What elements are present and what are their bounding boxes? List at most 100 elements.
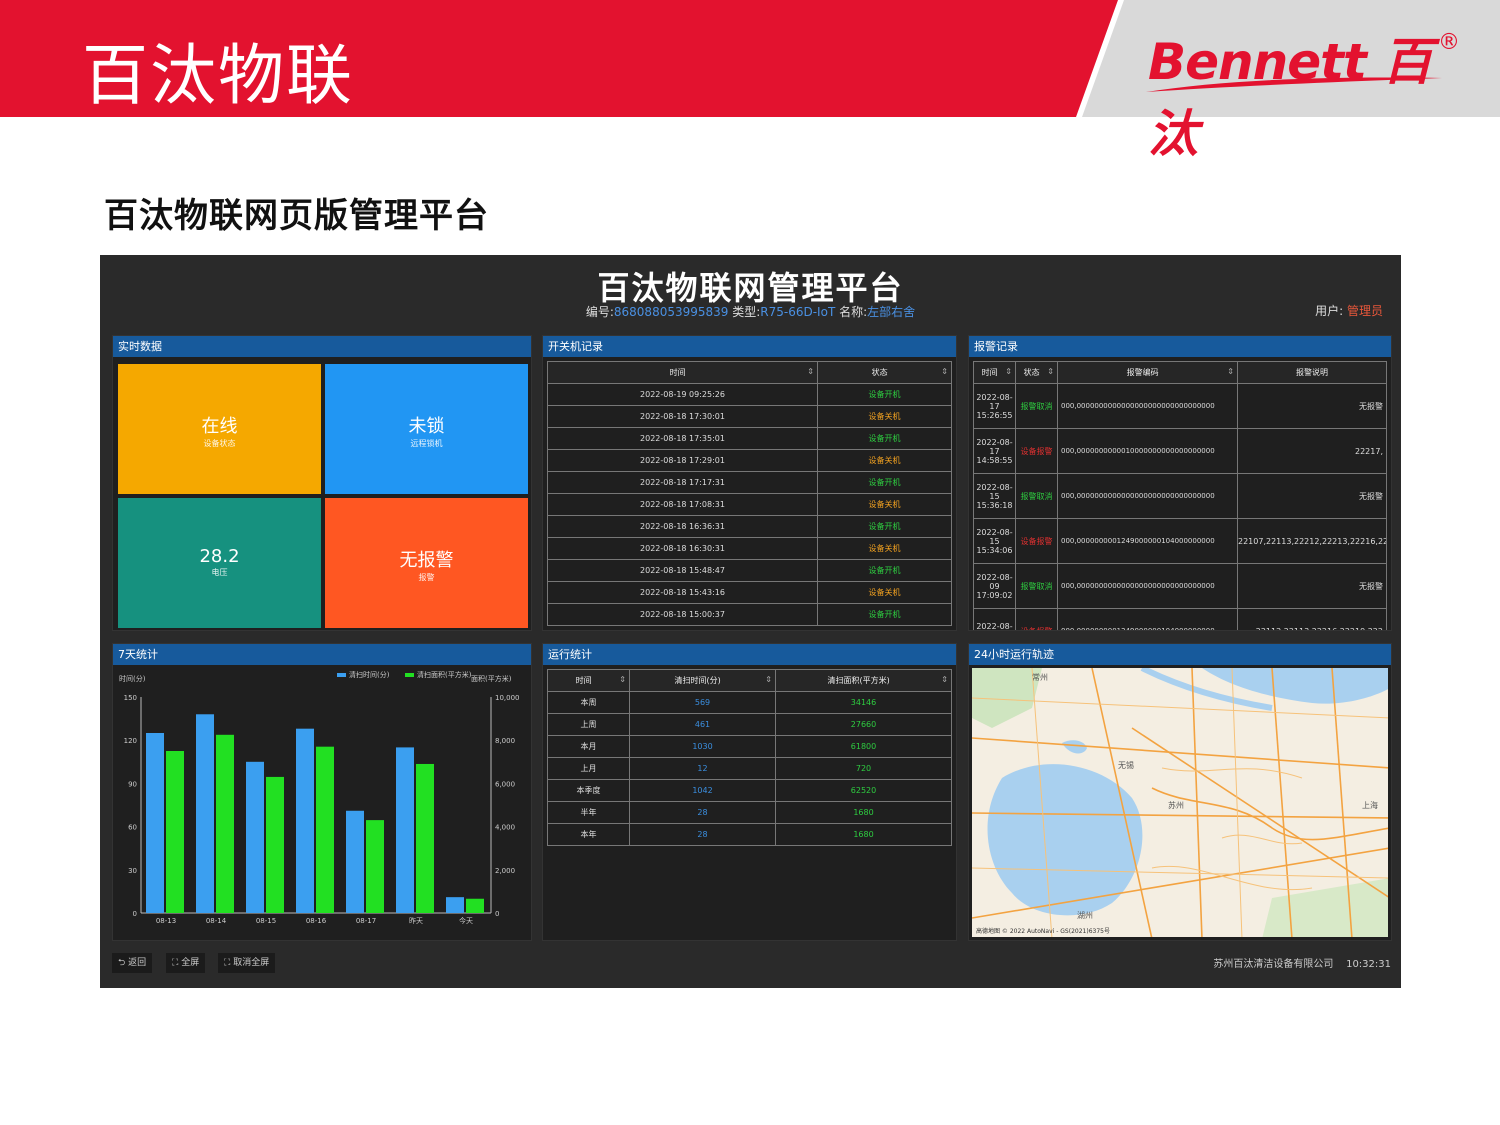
column-header-desc[interactable]: 报警说明 xyxy=(1237,361,1387,384)
back-icon: ⮌ xyxy=(118,958,126,968)
alarm-status-cell: 报警取消 xyxy=(1015,383,1058,429)
svg-text:湖州: 湖州 xyxy=(1077,911,1093,920)
sort-icon[interactable]: ⇕ xyxy=(619,675,626,684)
onoff-status-cell: 设备关机 xyxy=(817,449,952,472)
run-area-cell: 61800 xyxy=(775,735,952,758)
sort-icon[interactable]: ⇕ xyxy=(1005,367,1012,376)
table-row[interactable]: 2022-08-19 09:25:26 设备开机 xyxy=(547,383,952,406)
run-time-cell: 28 xyxy=(629,801,776,824)
realtime-panel: 实时数据 在线 设备状态 未锁 远程锁机 28.2 电压 无报警 报警 xyxy=(112,335,532,631)
alarm-time-cell: 2022-08-09 17:09:02 xyxy=(973,563,1016,609)
table-row[interactable]: 2022-08-17 15:26:55 报警取消 000,0000000000000… xyxy=(973,383,1387,429)
svg-text:常州: 常州 xyxy=(1032,673,1048,682)
sort-icon[interactable]: ⇕ xyxy=(941,675,948,684)
alarm-desc-cell: 22112,22113,22216,22219,222 xyxy=(1237,608,1387,630)
table-row[interactable]: 2022-08-18 17:35:01 设备开机 xyxy=(547,427,952,450)
device-name: 左部右舍 xyxy=(867,305,916,319)
device-type: R75-66D-IoT xyxy=(760,305,836,319)
panel-title: 报警记录 xyxy=(969,336,1391,357)
legend-swatch xyxy=(337,673,346,677)
column-header-clean-area[interactable]: 清扫面积(平方米) ⇕ xyxy=(775,669,952,692)
table-row[interactable]: 2022-08-18 17:08:31 设备关机 xyxy=(547,493,952,516)
y-tick-label-right: 2,000 xyxy=(495,867,515,875)
column-header-time[interactable]: 时间 ⇕ xyxy=(973,361,1016,384)
table-row[interactable]: 2022-08-18 17:17:31 设备开机 xyxy=(547,471,952,494)
sort-icon[interactable]: ⇕ xyxy=(1047,367,1054,376)
table-row[interactable]: 2022-08-09设备报警000,0000000001249000000104… xyxy=(973,608,1387,630)
onoff-time-cell: 2022-08-18 17:17:31 xyxy=(547,471,818,494)
onoff-time-cell: 2022-08-18 17:29:01 xyxy=(547,449,818,472)
column-header-status[interactable]: 状态 ⇕ xyxy=(817,361,952,384)
device-info: 编号:868088053995839 类型:R75-66D-IoT 名称:左部右… xyxy=(585,305,916,319)
x-tick-label: 08-13 xyxy=(156,917,176,925)
alarm-status-cell: 设备报警 xyxy=(1015,518,1058,564)
run-period-cell: 上周 xyxy=(547,713,630,736)
alarm-code-cell: 000,0000000000000000000000000000000 xyxy=(1057,473,1238,519)
sort-icon[interactable]: ⇕ xyxy=(1227,367,1234,376)
run-time-cell: 569 xyxy=(629,691,776,714)
bar xyxy=(246,761,264,913)
table-row[interactable]: 本月 1030 61800 xyxy=(547,735,952,758)
table-row[interactable]: 上月 12 720 xyxy=(547,757,952,780)
week-chart-panel: 7天统计 0 30 60 90 120 150 0 2,000 4,000 6,000 8,000 1… xyxy=(112,643,532,941)
table-row[interactable]: 2022-08-18 15:48:47 设备开机 xyxy=(547,559,952,582)
x-tick-label: 今天 xyxy=(459,916,473,925)
y-tick-label-right: 0 xyxy=(495,910,499,918)
alarm-time-cell: 2022-08-15 15:34:06 xyxy=(973,518,1016,564)
fullscreen-button[interactable]: ⛶ 全屏 xyxy=(166,953,206,973)
alarm-code-cell: 000,0000000001249000000104000000000 xyxy=(1057,608,1238,630)
onoff-time-cell: 2022-08-18 15:43:16 xyxy=(547,581,818,604)
run-time-cell: 1030 xyxy=(629,735,776,758)
track-map[interactable]: 无锡 苏州 上海 常州 湖州 高德地图 © 2022 AutoNavi - GS… xyxy=(972,668,1388,937)
table-row[interactable]: 2022-08-18 17:29:01 设备关机 xyxy=(547,449,952,472)
alarm-time-cell: 2022-08-17 15:26:55 xyxy=(973,383,1016,429)
logo-swoosh-icon xyxy=(1146,77,1442,92)
table-row[interactable]: 2022-08-09 17:09:02 报警取消 000,0000000000000… xyxy=(973,563,1387,609)
back-button[interactable]: ⮌ 返回 xyxy=(112,953,153,973)
alarm-panel: 报警记录 时间 ⇕ 状态 ⇕ 报警编码 ⇕ 报警说明 2022-08-17 15:26… xyxy=(968,335,1392,631)
table-row[interactable]: 半年 28 1680 xyxy=(547,801,952,824)
sort-icon[interactable]: ⇕ xyxy=(765,675,772,684)
column-header-time[interactable]: 时间 ⇕ xyxy=(547,361,818,384)
table-row[interactable]: 2022-08-15 15:36:18 报警取消 000,0000000000000… xyxy=(973,473,1387,519)
table-row[interactable]: 2022-08-18 16:30:31 设备关机 xyxy=(547,537,952,560)
svg-text:无锡: 无锡 xyxy=(1118,761,1134,770)
table-row[interactable]: 本年 28 1680 xyxy=(547,823,952,846)
onoff-time-cell: 2022-08-18 15:00:37 xyxy=(547,603,818,626)
table-row[interactable]: 2022-08-18 16:36:31 设备开机 xyxy=(547,515,952,538)
bar xyxy=(416,763,434,913)
panel-title: 24小时运行轨迹 xyxy=(969,644,1391,665)
y-tick-label-left: 0 xyxy=(133,910,137,918)
table-row[interactable]: 上周 461 27660 xyxy=(547,713,952,736)
run-period-cell: 本周 xyxy=(547,691,630,714)
column-header-period[interactable]: 时间 ⇕ xyxy=(547,669,630,692)
table-row[interactable]: 2022-08-18 15:00:37 设备开机 xyxy=(547,603,952,626)
run-stats-table: 时间 ⇕ 清扫时间(分) ⇕ 清扫面积(平方米) ⇕ 本周 569 34146 上周 461 2… xyxy=(547,669,952,846)
exit-fullscreen-icon: ⛶ xyxy=(224,958,231,968)
onoff-status-cell: 设备关机 xyxy=(817,581,952,604)
table-row[interactable]: 2022-08-18 17:30:01 设备关机 xyxy=(547,405,952,428)
table-row[interactable]: 本季度 1042 62520 xyxy=(547,779,952,802)
column-header-clean-time[interactable]: 清扫时间(分) ⇕ xyxy=(629,669,776,692)
alarm-code-cell: 000,0000000000000000000000000000000 xyxy=(1057,563,1238,609)
table-row[interactable]: 2022-08-15 15:34:06 设备报警 000,0000000001249… xyxy=(973,518,1387,564)
onoff-table: 时间 ⇕ 状态 ⇕ 2022-08-19 09:25:26 设备开机 2022-08-1… xyxy=(547,361,952,626)
table-row[interactable]: 2022-08-17 14:58:55 设备报警 000,0000000000010… xyxy=(973,428,1387,474)
y-axis-label-left: 时间(分) xyxy=(119,674,146,683)
column-header-status[interactable]: 状态 ⇕ xyxy=(1015,361,1058,384)
exit-fullscreen-button[interactable]: ⛶ 取消全屏 xyxy=(218,953,276,973)
table-row[interactable]: 本周 569 34146 xyxy=(547,691,952,714)
panel-title: 运行统计 xyxy=(543,644,956,665)
run-time-cell: 28 xyxy=(629,823,776,846)
run-time-cell: 12 xyxy=(629,757,776,780)
table-row[interactable]: 2022-08-18 15:43:16 设备关机 xyxy=(547,581,952,604)
column-header-code[interactable]: 报警编码 ⇕ xyxy=(1057,361,1238,384)
onoff-status-cell: 设备开机 xyxy=(817,559,952,582)
sort-icon[interactable]: ⇕ xyxy=(807,367,814,376)
onoff-status-cell: 设备关机 xyxy=(817,493,952,516)
onoff-time-cell: 2022-08-19 09:25:26 xyxy=(547,383,818,406)
sort-icon[interactable]: ⇕ xyxy=(941,367,948,376)
user-name[interactable]: 管理员 xyxy=(1347,304,1383,318)
run-area-cell: 1680 xyxy=(775,801,952,824)
alarm-desc-cell: 无报警 xyxy=(1237,473,1387,519)
